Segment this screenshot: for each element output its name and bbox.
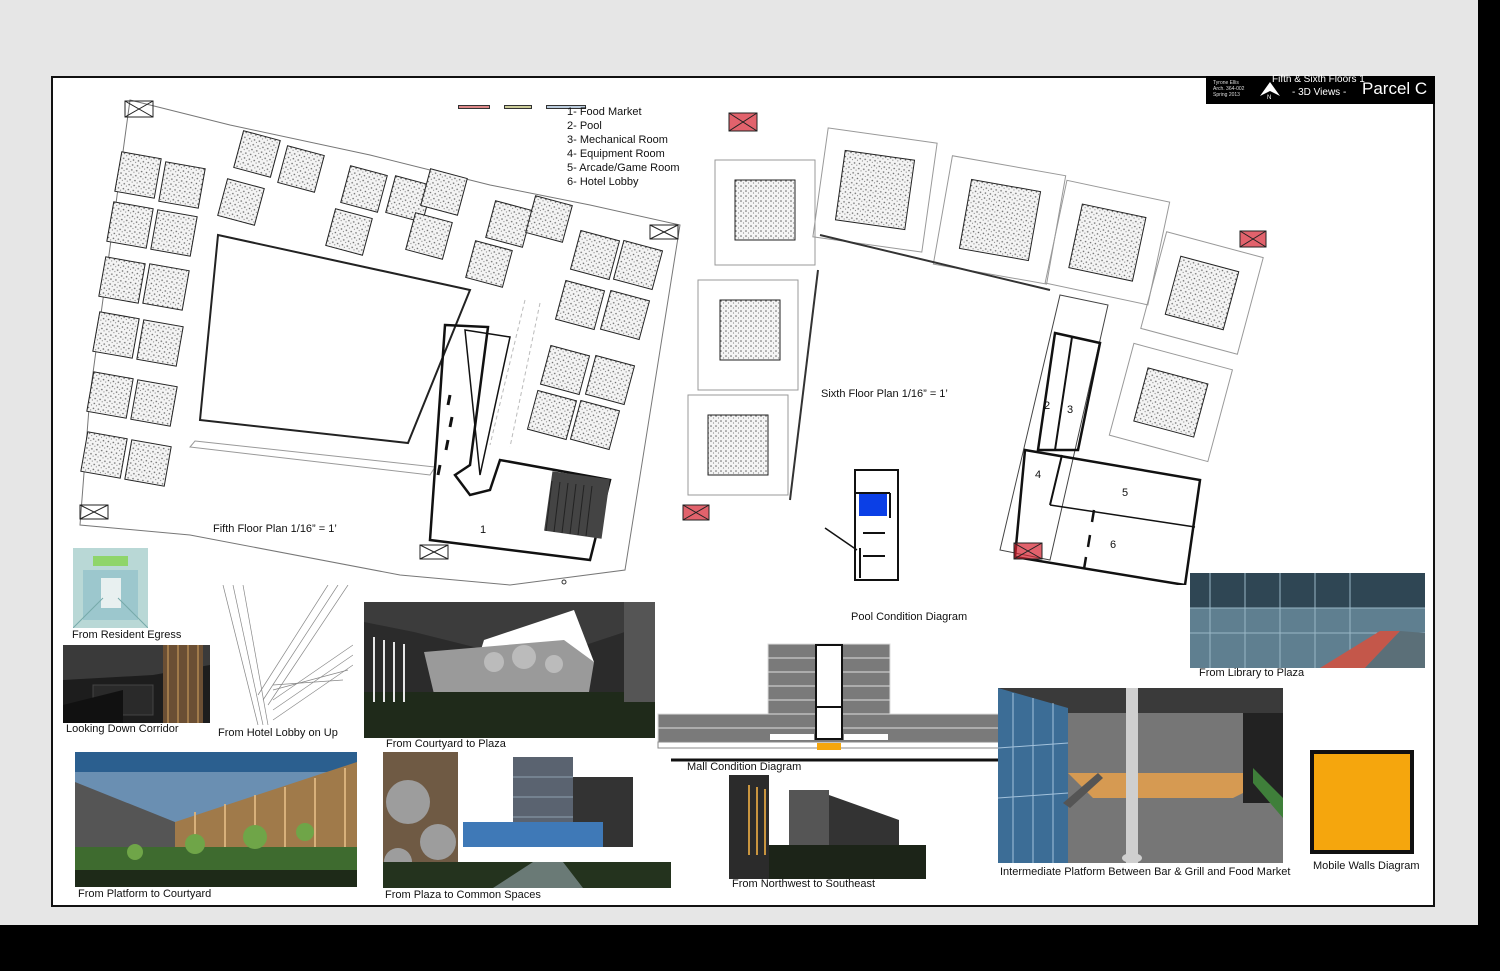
mobile-walls-diagram <box>1310 750 1414 854</box>
mall-condition-diagram <box>645 643 1005 762</box>
view-label: From Library to Plaza <box>1199 667 1305 679</box>
pool-condition-diagram <box>824 469 899 581</box>
render-resident-egress <box>73 548 148 628</box>
view-label: From Hotel Lobby on Up <box>218 727 338 739</box>
view-label: From Courtyard to Plaza <box>386 738 506 750</box>
room-number: 1 <box>480 524 487 536</box>
render-platform-courtyard <box>75 752 357 887</box>
render-courtyard-plaza <box>364 602 655 738</box>
pool-diagram-label: Pool Condition Diagram <box>851 611 968 623</box>
mobile-walls-label: Mobile Walls Diagram <box>1313 860 1420 872</box>
sixth-floor-plan-label: Sixth Floor Plan 1/16” = 1’ <box>821 388 948 400</box>
render-plaza-common <box>383 752 671 888</box>
view-label: Intermediate Platform Between Bar & Gril… <box>1000 866 1291 878</box>
mall-diagram-label: Mall Condition Diagram <box>687 761 802 773</box>
render-intermediate-platform <box>998 688 1283 863</box>
parcel-title: Parcel C <box>1362 79 1428 98</box>
view-label: From Platform to Courtyard <box>78 888 212 900</box>
title-block: Tyrone Ellis Arch. 364-002 Spring 2013 N… <box>1206 74 1435 104</box>
view-label: From Northwest to Southeast <box>732 878 876 890</box>
render-corridor <box>63 645 210 723</box>
sheet-views-label: - 3D Views - <box>1292 87 1347 98</box>
room-number: 2 <box>1044 400 1051 412</box>
room-number: 3 <box>1067 404 1074 416</box>
presentation-board: Tyrone Ellis Arch. 364-002 Spring 2013 N… <box>0 0 1500 971</box>
view-label: From Resident Egress <box>72 629 182 641</box>
room-number: 6 <box>1110 539 1117 551</box>
svg-text:N: N <box>1267 95 1271 100</box>
render-library-plaza <box>1190 573 1425 668</box>
fifth-floor-plan-label: Fifth Floor Plan 1/16” = 1’ <box>213 523 337 535</box>
render-northwest-southeast <box>729 775 926 879</box>
view-label: Looking Down Corridor <box>66 723 179 735</box>
room-number: 4 <box>1035 469 1042 481</box>
sheet-subtitle: Fifth & Sixth Floors 1 <box>1272 74 1365 85</box>
room-number: 5 <box>1122 487 1129 499</box>
sixth-floor-plan <box>682 112 1267 585</box>
author-block: Tyrone Ellis Arch. 364-002 Spring 2013 <box>1213 80 1245 98</box>
view-label: From Plaza to Common Spaces <box>385 889 541 901</box>
render-hotel-lobby <box>218 585 353 725</box>
fifth-floor-plan <box>79 99 681 586</box>
